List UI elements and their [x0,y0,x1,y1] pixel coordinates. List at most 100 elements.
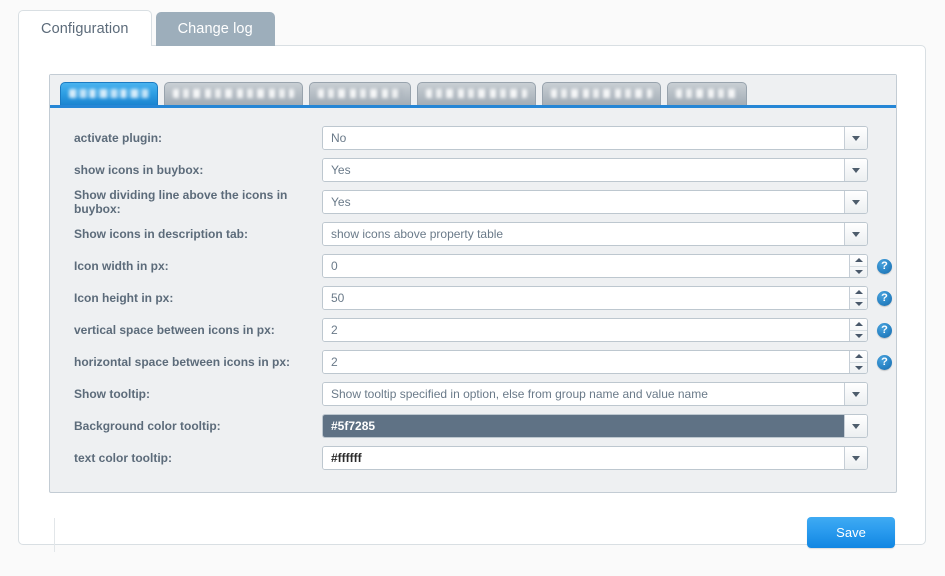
caret-glyph [852,135,860,141]
form-row: Show icons in description tab: show icons… [64,218,882,250]
select-value: #5f7285 [323,415,844,437]
form-row: Show dividing line above the icons in bu… [64,186,882,218]
caret-glyph [852,455,860,461]
chevron-down-icon[interactable] [844,127,867,149]
save-button[interactable]: Save [807,517,895,548]
select-9[interactable]: #5f7285 [322,414,868,438]
caret-glyph [852,231,860,237]
help-icon[interactable]: ? [877,258,892,274]
field-wrapper: #5f7285 [322,414,868,438]
triangle-down-glyph [854,333,863,338]
field-wrapper: 0? [322,254,892,278]
triangle-down-glyph [854,301,863,306]
field-label: activate plugin: [74,131,163,145]
form-row: Show tooltip: Show tooltip specified in o… [64,378,882,410]
spinner-down-icon[interactable] [850,267,867,278]
number-input-value[interactable]: 50 [323,287,849,309]
field-label: Background color tooltip: [74,419,221,433]
inner-tab-bar [50,75,896,108]
tab-configuration[interactable]: Configuration [18,10,152,46]
inner-tab-4[interactable] [542,82,661,105]
spinner-up-icon[interactable] [850,287,867,299]
inner-tab-label-redacted [551,89,652,98]
field-wrapper: No [322,126,868,150]
chevron-down-icon[interactable] [844,191,867,213]
inner-tab-5[interactable] [667,82,747,105]
chevron-down-icon[interactable] [844,223,867,245]
select-8[interactable]: Show tooltip specified in option, else f… [322,382,868,406]
field-wrapper: #ffffff [322,446,868,470]
form-row: Icon width in px: 0? [64,250,892,282]
quantity-stepper [849,287,867,309]
select-value: No [323,127,844,149]
inner-tab-0[interactable] [60,82,158,105]
field-label: Icon width in px: [74,259,169,273]
select-10[interactable]: #ffffff [322,446,868,470]
field-wrapper: Show tooltip specified in option, else f… [322,382,868,406]
select-value: #ffffff [323,447,844,469]
number-input-6[interactable]: 2 [322,318,868,342]
spinner-down-icon[interactable] [850,363,867,374]
chevron-down-icon[interactable] [844,415,867,437]
spinner-up-icon[interactable] [850,255,867,267]
field-label: show icons in buybox: [74,163,204,177]
inner-tab-label-redacted [173,89,294,98]
number-input-7[interactable]: 2 [322,350,868,374]
field-label: Show icons in description tab: [74,227,249,241]
triangle-up-glyph [854,354,863,359]
number-input-value[interactable]: 0 [323,255,849,277]
select-0[interactable]: No [322,126,868,150]
chevron-down-icon[interactable] [844,383,867,405]
field-wrapper: Yes [322,190,868,214]
form-row: horizontal space between icons in px: 2? [64,346,892,378]
form-row: Icon height in px: 50? [64,282,892,314]
number-input-4[interactable]: 0 [322,254,868,278]
number-input-value[interactable]: 2 [323,351,849,373]
field-wrapper: show icons above property table [322,222,868,246]
spinner-down-icon[interactable] [850,331,867,342]
form-row: text color tooltip: #ffffff [64,442,882,474]
field-wrapper: 2? [322,350,892,374]
inner-tab-2[interactable] [309,82,411,105]
triangle-up-glyph [854,258,863,263]
outer-tab-bar: Configuration Change log [18,10,275,46]
settings-form: activate plugin: No show icons in buybox: Y… [50,108,896,492]
field-label: Show tooltip: [74,387,150,401]
help-icon[interactable]: ? [877,354,892,370]
form-row: activate plugin: No [64,122,882,154]
tab-change-log[interactable]: Change log [155,12,275,46]
spinner-up-icon[interactable] [850,319,867,331]
inner-tab-label-redacted [69,89,149,98]
chevron-down-icon[interactable] [844,447,867,469]
help-icon[interactable]: ? [877,290,892,306]
field-wrapper: 50? [322,286,892,310]
field-label: text color tooltip: [74,451,172,465]
select-2[interactable]: Yes [322,190,868,214]
footer-divider [54,518,55,552]
inner-tab-1[interactable] [164,82,303,105]
spinner-down-icon[interactable] [850,299,867,310]
caret-glyph [852,167,860,173]
form-row: show icons in buybox: Yes [64,154,882,186]
number-input-value[interactable]: 2 [323,319,849,341]
inner-tab-3[interactable] [417,82,536,105]
field-wrapper: Yes [322,158,868,182]
triangle-down-glyph [854,365,863,370]
tab-change-log-label: Change log [177,21,253,37]
select-value: Show tooltip specified in option, else f… [323,383,844,405]
number-input-5[interactable]: 50 [322,286,868,310]
chevron-down-icon[interactable] [844,159,867,181]
select-1[interactable]: Yes [322,158,868,182]
field-label: vertical space between icons in px: [74,323,275,337]
quantity-stepper [849,255,867,277]
field-label: horizontal space between icons in px: [74,355,291,369]
quantity-stepper [849,319,867,341]
select-3[interactable]: show icons above property table [322,222,868,246]
form-row: Background color tooltip: #5f7285 [64,410,882,442]
tab-configuration-label: Configuration [41,20,129,37]
inner-tab-label-redacted [426,89,527,98]
triangle-up-glyph [854,290,863,295]
help-icon[interactable]: ? [877,322,892,338]
form-row: vertical space between icons in px: 2? [64,314,892,346]
spinner-up-icon[interactable] [850,351,867,363]
